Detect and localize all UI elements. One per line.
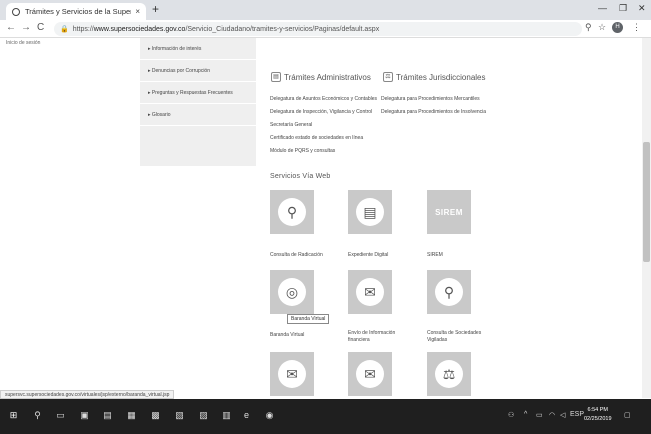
url-prefix: https:// — [72, 25, 94, 33]
folder-icon: ▤ — [356, 198, 384, 226]
clock-date: 02/25/2019 — [584, 416, 612, 422]
maximize-icon[interactable]: ❐ — [619, 3, 627, 14]
app-icon-3[interactable]: ▦ — [126, 410, 137, 421]
app-icon-1[interactable]: ▣ — [79, 410, 90, 421]
sidebar-menu: ▸ Información de interés ▸ Denuncias por… — [140, 38, 256, 166]
edge-icon[interactable]: e — [241, 410, 252, 421]
link-secretaria[interactable]: Secretaría General — [270, 122, 312, 128]
tab-title: Trámites y Servicios de la Supers — [25, 7, 132, 16]
app-icon-7[interactable]: ▥ — [221, 410, 232, 421]
tray-chevron-icon[interactable]: ^ — [524, 411, 527, 418]
status-url: supersvc.supersociedades.gov.co/virtuale… — [0, 390, 175, 399]
search-circle-icon: ⚲ — [435, 278, 463, 306]
start-windows-icon[interactable]: ⊞ — [8, 410, 19, 421]
address-bar[interactable]: 🔒 https:// www.supersociedades.gov.co /S… — [54, 22, 582, 36]
app-icon-4[interactable]: ▩ — [150, 410, 161, 421]
url-path: /Servicio_Ciudadano/tramites-y-servicios… — [185, 25, 380, 33]
bookmark-star-icon[interactable]: ☆ — [598, 22, 606, 33]
service-label[interactable]: Expediente Digital — [348, 252, 388, 259]
link-certificado[interactable]: Certificado estado de sociedades en líne… — [270, 135, 363, 141]
service-label[interactable]: Baranda Virtual — [270, 332, 304, 339]
page-scrollbar[interactable] — [642, 38, 651, 398]
login-link[interactable]: Inicio de sesión — [6, 40, 40, 46]
link-insolvencia[interactable]: Delegatura para Procedimientos de Insolv… — [381, 109, 486, 115]
close-window-icon[interactable]: ✕ — [638, 3, 646, 14]
envelope-icon: ✉ — [356, 278, 384, 306]
services-heading: Servicios Vía Web — [270, 173, 331, 180]
taskbar-clock[interactable]: 6:54 PM 02/25/2019 — [584, 406, 612, 424]
service-tile-baranda[interactable]: ◎ — [270, 270, 314, 314]
input-language[interactable]: ESP — [570, 411, 584, 418]
wifi-icon[interactable]: ◠ — [549, 411, 555, 419]
service-tile-sirem[interactable]: SIREM — [427, 190, 471, 234]
menu-kebab-icon[interactable]: ⋮ — [632, 22, 641, 33]
sidebar-item-info[interactable]: ▸ Información de interés — [140, 38, 256, 60]
scale-icon: ⚖ — [435, 360, 463, 388]
zoom-icon[interactable]: ⚲ — [585, 22, 592, 33]
magnifier-icon: ⚲ — [278, 198, 306, 226]
browser-toolbar: ← → C 🔒 https:// www.supersociedades.gov… — [0, 20, 651, 38]
globe-network-icon: ◎ — [278, 278, 306, 306]
task-view-icon[interactable]: ▭ — [55, 410, 66, 421]
service-tile-sociedades[interactable]: ⚲ — [427, 270, 471, 314]
document-icon: ▤ — [271, 72, 281, 82]
reload-icon[interactable]: C — [37, 22, 44, 33]
chrome-icon[interactable]: ◉ — [264, 410, 275, 421]
service-tile-expediente[interactable]: ▤ — [348, 190, 392, 234]
link-asuntos-economicos[interactable]: Delegatura de Asuntos Económicos y Conta… — [270, 96, 377, 102]
excel-icon[interactable]: ▧ — [174, 410, 185, 421]
forward-icon[interactable]: → — [21, 22, 31, 33]
service-label[interactable]: Envío de Información financiera — [348, 330, 404, 344]
lock-icon: 🔒 — [60, 26, 69, 33]
link-pqrs[interactable]: Módulo de PQRS y consultas — [270, 148, 335, 154]
sirem-logo: SIREM — [435, 207, 463, 217]
sidebar-item-faq[interactable]: ▸ Preguntas y Respuestas Frecuentes — [140, 82, 256, 104]
volume-icon[interactable]: ◁ — [560, 411, 565, 419]
browser-tab[interactable]: Trámites y Servicios de la Supers × — [6, 3, 146, 20]
notifications-icon[interactable]: ▢ — [624, 411, 631, 419]
word-icon[interactable]: ▨ — [198, 410, 209, 421]
service-tile-9[interactable]: ⚖ — [427, 352, 471, 396]
browser-tab-strip: Trámites y Servicios de la Supers × + — … — [0, 0, 651, 20]
gavel-icon: ⚖ — [383, 72, 393, 82]
new-tab-button[interactable]: + — [152, 2, 159, 16]
url-host: www.supersociedades.gov.co — [93, 25, 186, 33]
service-tile-envio[interactable]: ✉ — [348, 270, 392, 314]
file-explorer-icon[interactable]: ▤ — [102, 410, 113, 421]
tooltip: Baranda Virtual — [287, 314, 330, 324]
tab-close-icon[interactable]: × — [135, 7, 140, 16]
search-icon[interactable]: ⚲ — [32, 410, 43, 421]
windows-taskbar: ⊞ ⚲ ▭ ▣ ▤ ▦ ▩ ▧ ▨ ▥ e ◉ ⚇ ^ ▭ ◠ ◁ ESP 6:… — [0, 399, 651, 434]
service-tile-7[interactable]: ✉ — [270, 352, 314, 396]
site-favicon-icon — [12, 7, 20, 16]
link-mercantiles[interactable]: Delegatura para Procedimientos Mercantil… — [381, 96, 480, 102]
tramites-juris-title[interactable]: ⚖ Trámites Jurisdiccionales — [383, 72, 486, 82]
service-tile-8[interactable]: ✉ — [348, 352, 392, 396]
mail-open-icon: ✉ — [356, 360, 384, 388]
envelope-fast-icon: ✉ — [278, 360, 306, 388]
tramites-admin-title[interactable]: ▤ Trámites Administrativos — [271, 72, 371, 82]
service-label[interactable]: Consulta de Radicación — [270, 252, 323, 259]
page-content: Inicio de sesión ▸ Información de interé… — [0, 38, 651, 398]
sidebar-item-glosario[interactable]: ▸ Glosario — [140, 104, 256, 126]
profile-avatar[interactable]: H — [612, 22, 623, 33]
minimize-icon[interactable]: — — [598, 3, 607, 13]
back-icon[interactable]: ← — [6, 22, 16, 33]
scrollbar-thumb[interactable] — [643, 142, 650, 262]
network-icon[interactable]: ▭ — [536, 411, 543, 419]
service-label[interactable]: Consulta de Sociedades Vigiladas — [427, 330, 487, 344]
link-inspeccion[interactable]: Delegatura de Inspección, Vigilancia y C… — [270, 109, 372, 115]
clock-time: 6:54 PM — [587, 407, 608, 413]
sidebar-item-denuncias[interactable]: ▸ Denuncias por Corrupción — [140, 60, 256, 82]
service-tile-radicacion[interactable]: ⚲ — [270, 190, 314, 234]
service-label[interactable]: SIREM — [427, 252, 443, 259]
people-icon[interactable]: ⚇ — [508, 411, 514, 419]
